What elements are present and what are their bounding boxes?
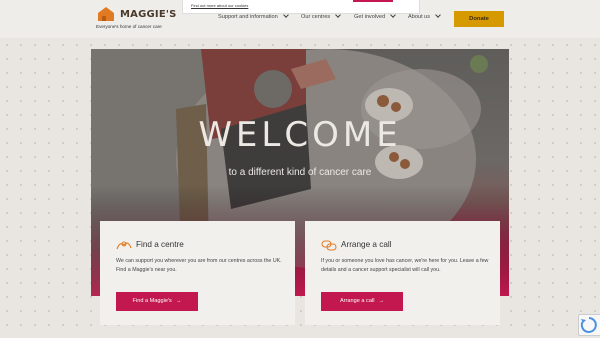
find-a-maggies-button[interactable]: Find a Maggie's → [116, 292, 198, 311]
nav-get-involved[interactable]: Get involved [354, 12, 396, 20]
hero-title: WELCOME [198, 115, 402, 155]
logo-text[interactable]: MAGGIE'S [120, 9, 177, 20]
nav-our-centres[interactable]: Our centres [301, 12, 342, 20]
nav-label: Get involved [354, 14, 386, 20]
cookie-banner: Find out more about our cookies [182, 0, 420, 14]
nav-label: Our centres [301, 14, 331, 20]
nav-label: About us [408, 14, 431, 20]
tagline: Everyone's home of cancer care [96, 24, 162, 29]
arrange-call-card: Arrange a call If you or someone you lov… [305, 221, 500, 325]
button-label: Find a Maggie's [132, 298, 172, 304]
nav-about-us[interactable]: About us [408, 12, 441, 20]
cookie-accept-button-edge[interactable] [353, 0, 393, 2]
maggies-logo-icon[interactable] [96, 6, 116, 22]
arrow-right-icon: → [175, 298, 182, 304]
nav-label: Support and information [218, 14, 278, 20]
arrow-right-icon: → [378, 298, 385, 304]
card-text: If you or someone you love has cancer, w… [321, 258, 489, 273]
button-label: Arrange a call [339, 298, 375, 304]
chevron-down-icon [435, 12, 441, 18]
card-text: We can support you wherever you are from… [116, 258, 282, 273]
cookie-info-link[interactable]: Find out more about our cookies [191, 3, 248, 8]
nav-support-and-information[interactable]: Support and information [218, 12, 289, 20]
arrange-a-call-button[interactable]: Arrange a call → [321, 292, 403, 311]
hero-subtitle: to a different kind of cancer care [228, 167, 372, 178]
card-title: Arrange a call [341, 240, 392, 249]
find-centre-card: Find a centre We can support you whereve… [100, 221, 295, 325]
chat-icon [321, 240, 337, 251]
pin-icon [116, 241, 132, 250]
recaptcha-icon [580, 317, 597, 333]
donate-button[interactable]: Donate [454, 11, 504, 27]
recaptcha-badge[interactable] [578, 314, 600, 336]
card-title: Find a centre [136, 240, 184, 249]
